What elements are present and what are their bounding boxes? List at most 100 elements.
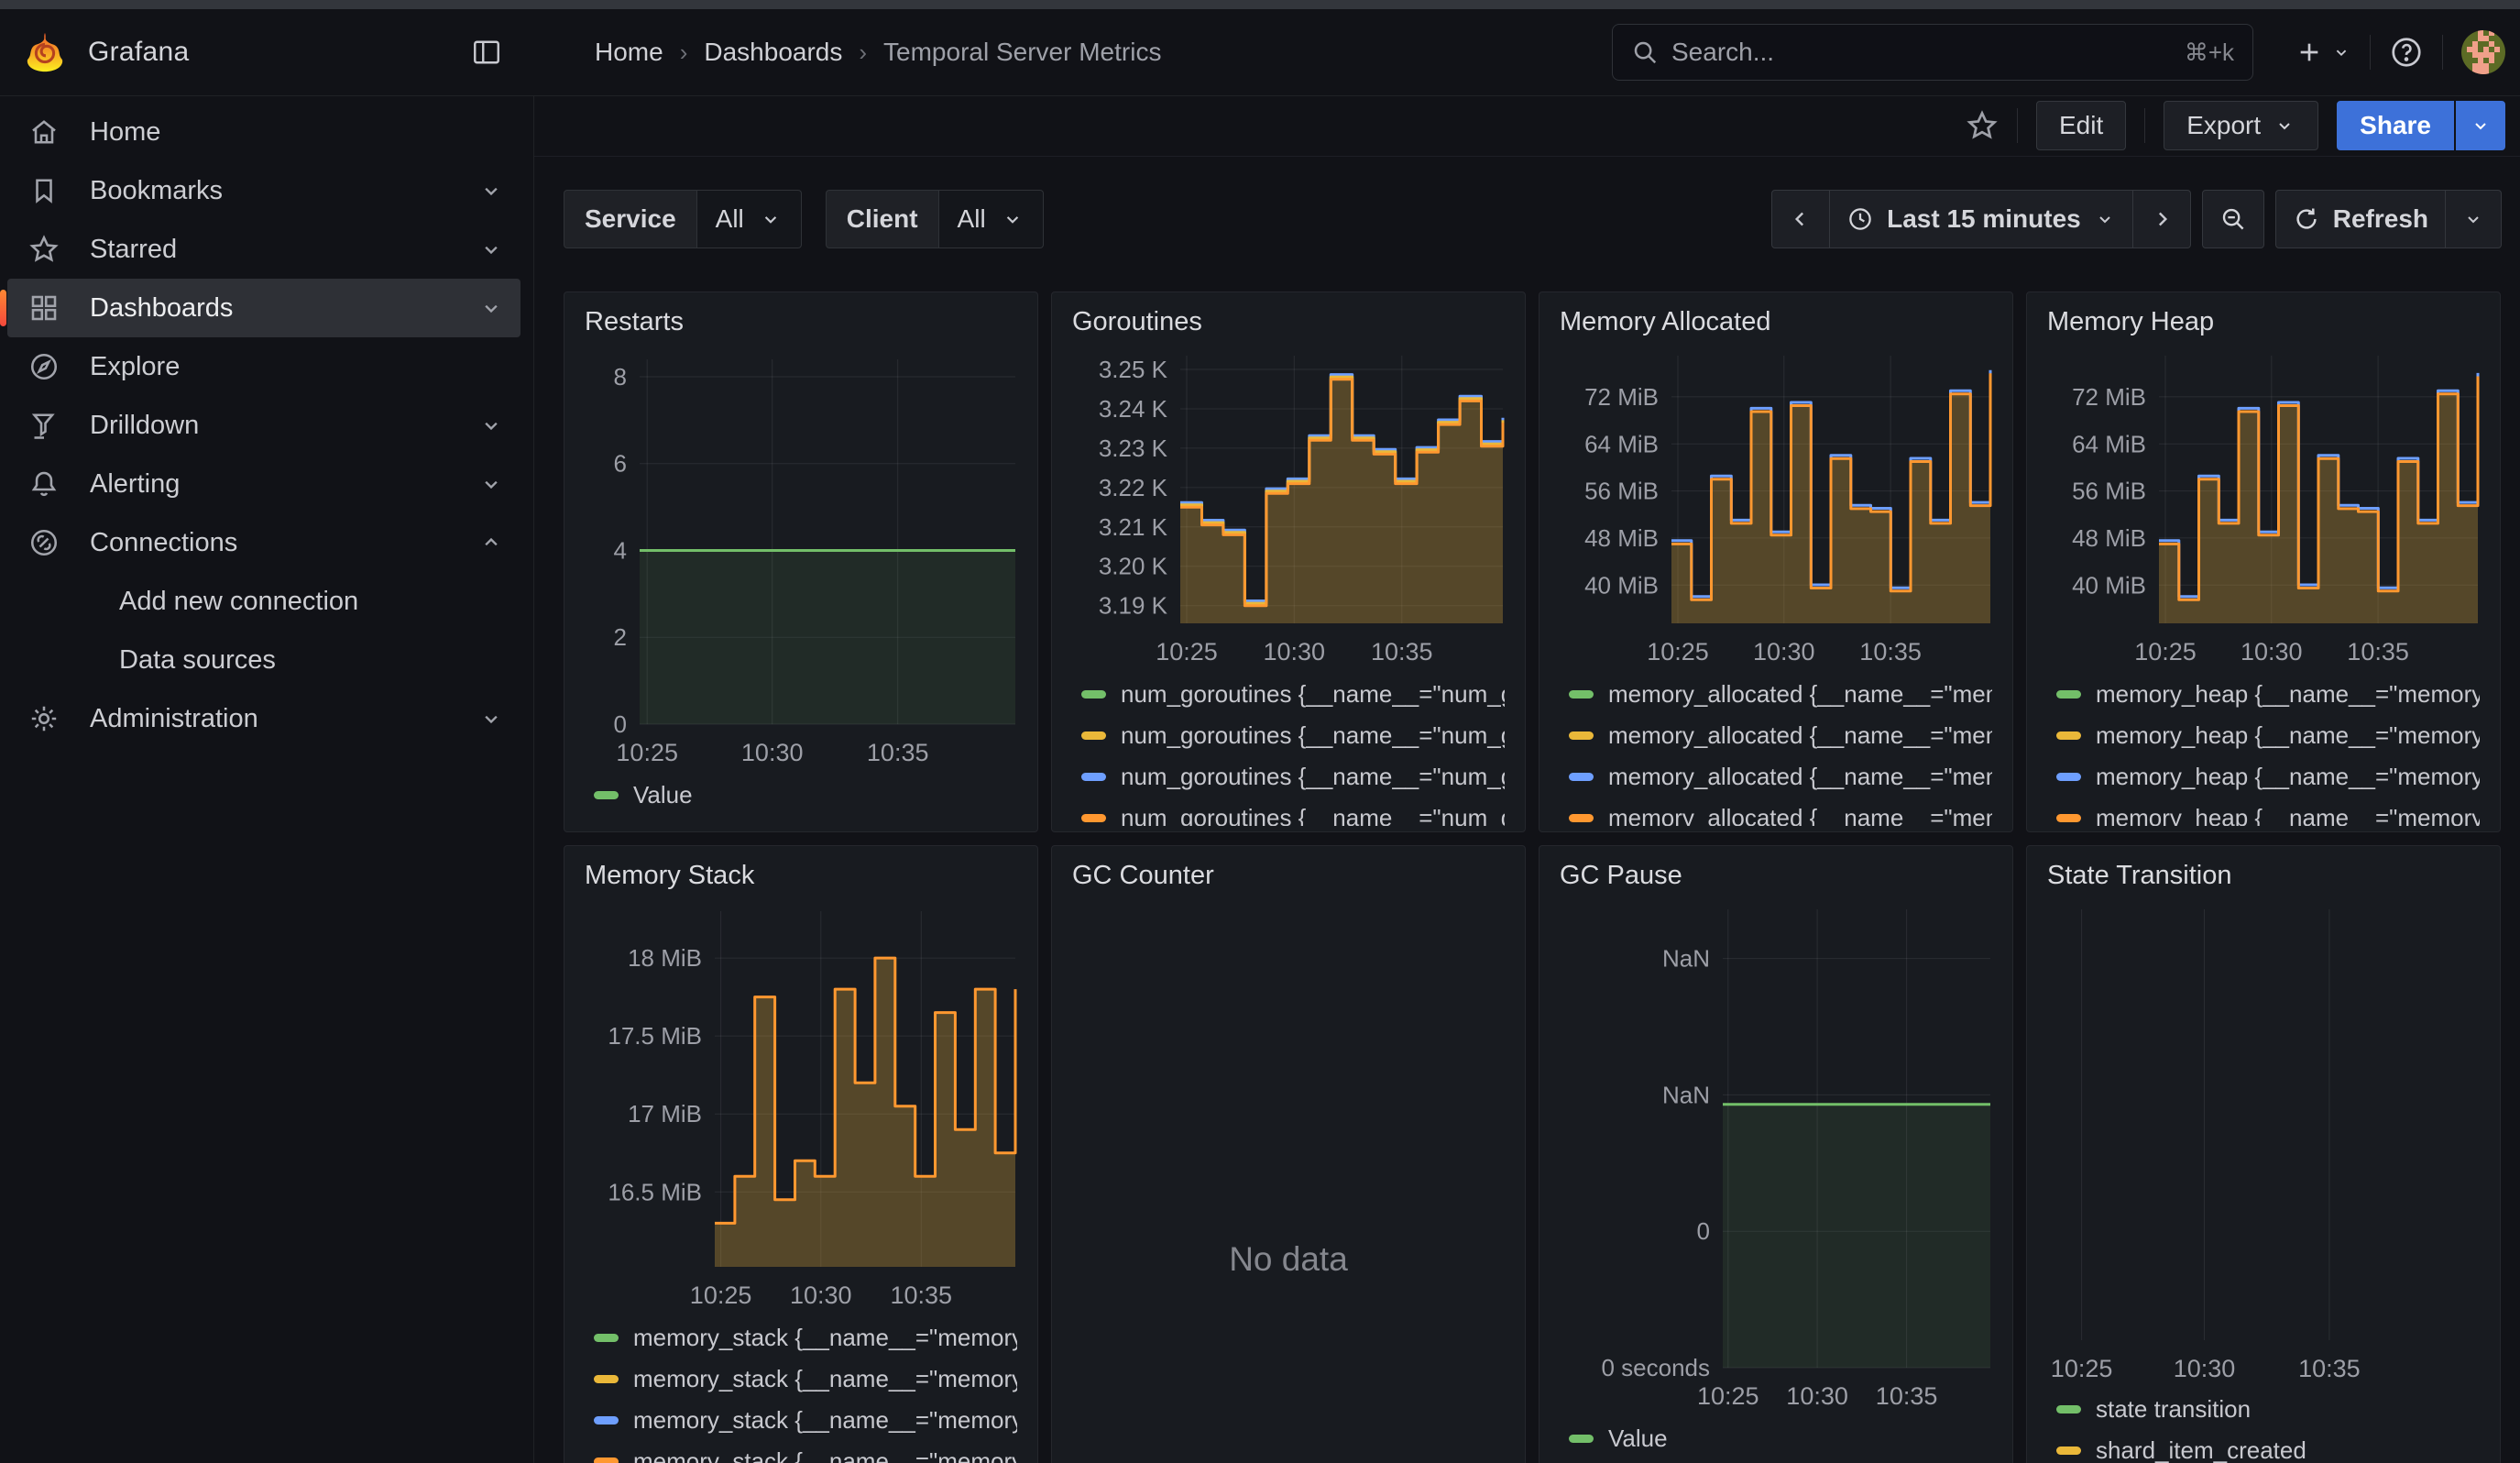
panel-title-gc-counter[interactable]: GC Counter [1072, 861, 1505, 891]
sidebar-item-label: Administration [90, 704, 478, 734]
panel-title-restarts[interactable]: Restarts [585, 307, 1017, 337]
time-shift-back-button[interactable] [1771, 190, 1830, 248]
legend-swatch-icon [594, 1334, 619, 1342]
chevron-right-icon [2150, 207, 2174, 231]
sidebar-item-drilldown[interactable]: Drilldown [7, 396, 520, 455]
add-new-button[interactable] [2295, 38, 2351, 67]
time-range-picker[interactable]: Last 15 minutes [1830, 190, 2133, 248]
bell-icon [27, 468, 60, 500]
client-filter-select[interactable]: All [939, 190, 1044, 248]
legend-label: Value [1608, 1424, 1668, 1453]
legend-item[interactable]: memory_allocated {__name__="memo [1569, 756, 1992, 798]
help-button[interactable] [2389, 35, 2424, 70]
sidebar-item-label: Explore [90, 352, 520, 382]
legend-item[interactable]: memory_allocated {__name__="memo [1569, 715, 1992, 756]
refresh-label: Refresh [2333, 204, 2428, 234]
svg-text:10:30: 10:30 [2174, 1355, 2236, 1382]
edit-button[interactable]: Edit [2036, 101, 2126, 150]
legend-item[interactable]: Value [1569, 1418, 1992, 1459]
legend-item[interactable]: shard_item_created [2056, 1430, 2480, 1463]
dock-menu-toggle-icon[interactable] [470, 36, 503, 69]
sidebar-item-bookmarks[interactable]: Bookmarks [7, 161, 520, 220]
chart-restarts[interactable]: 0246810:2510:3010:35 [585, 346, 1019, 770]
star-dashboard-icon[interactable] [1966, 109, 1999, 142]
svg-text:40 MiB: 40 MiB [1584, 571, 1659, 599]
chart-goroutines[interactable]: 3.19 K3.20 K3.21 K3.22 K3.23 K3.24 K3.25… [1072, 346, 1507, 669]
user-avatar[interactable] [2461, 30, 2505, 74]
svg-text:3.25 K: 3.25 K [1099, 356, 1168, 383]
legend-item[interactable]: memory_heap {__name__="memory_h [2056, 715, 2480, 756]
chart-gc-pause[interactable]: 0 seconds0NaNNaN10:2510:3010:35 [1560, 900, 1994, 1414]
legend-label: memory_stack {__name__="memory_s [633, 1365, 1017, 1393]
svg-text:10:30: 10:30 [1786, 1382, 1848, 1410]
panel-title-goroutines[interactable]: Goroutines [1072, 307, 1505, 337]
panel-title-state-transition[interactable]: State Transition [2047, 861, 2480, 891]
breadcrumb-home[interactable]: Home [595, 38, 663, 67]
legend-item[interactable]: memory_heap {__name__="memory_h [2056, 756, 2480, 798]
sidebar-item-connections[interactable]: Connections [7, 513, 520, 572]
legend-swatch-icon [1081, 814, 1106, 822]
time-range-group: Last 15 minutes [1771, 190, 2191, 248]
zoom-out-time-button[interactable] [2202, 190, 2264, 248]
help-icon [2389, 35, 2424, 70]
legend-item[interactable]: memory_heap {__name__="memory_h [2056, 798, 2480, 826]
no-data-message: No data [1052, 1240, 1525, 1279]
legend-label: memory_allocated {__name__="memo [1608, 763, 1992, 791]
svg-text:40 MiB: 40 MiB [2072, 571, 2146, 599]
legend-item[interactable]: state transition [2056, 1389, 2480, 1430]
legend-item[interactable]: memory_stack {__name__="memory_s [594, 1317, 1017, 1358]
sidebar-item-home[interactable]: Home [7, 103, 520, 161]
sidebar-item-data-sources[interactable]: Data sources [7, 631, 520, 689]
legend-label: memory_stack {__name__="memory_s [633, 1324, 1017, 1352]
legend-item[interactable]: memory_heap {__name__="memory_h [2056, 674, 2480, 715]
client-filter-label: Client [826, 190, 939, 248]
plus-icon [2295, 38, 2324, 67]
panel-title-gc-pause[interactable]: GC Pause [1560, 861, 1992, 891]
sidebar-item-explore[interactable]: Explore [7, 337, 520, 396]
svg-text:3.20 K: 3.20 K [1099, 553, 1168, 580]
search-icon [1631, 38, 1659, 66]
time-shift-forward-button[interactable] [2133, 190, 2191, 248]
sidebar-item-starred[interactable]: Starred [7, 220, 520, 279]
chart-state-transition[interactable]: 10:2510:3010:35 [2047, 900, 2482, 1384]
service-filter-select[interactable]: All [697, 190, 802, 248]
refresh-interval-dropdown[interactable] [2446, 190, 2502, 248]
legend-item[interactable]: memory_stack {__name__="memory_s [594, 1441, 1017, 1463]
connections-icon [27, 526, 60, 559]
dashboard-panel-grid: Restarts 0246810:2510:3010:35 Value Gorouti… [564, 292, 2501, 1463]
legend-label: num_goroutines {__name__="num_go [1121, 804, 1505, 826]
legend-label: memory_allocated {__name__="memo [1608, 721, 1992, 750]
export-label: Export [2186, 111, 2261, 140]
chart-memory-heap[interactable]: 40 MiB48 MiB56 MiB64 MiB72 MiB10:2510:30… [2047, 346, 2482, 669]
sidebar-item-add-new-connection[interactable]: Add new connection [7, 572, 520, 631]
chart-memory-stack[interactable]: 16.5 MiB17 MiB17.5 MiB18 MiB10:2510:3010… [585, 900, 1019, 1313]
svg-text:10:35: 10:35 [1876, 1382, 1938, 1410]
legend-item[interactable]: memory_stack {__name__="memory_s [594, 1400, 1017, 1441]
legend-item[interactable]: memory_allocated {__name__="memo [1569, 674, 1992, 715]
legend-item[interactable]: memory_stack {__name__="memory_s [594, 1358, 1017, 1400]
panel-title-memory-stack[interactable]: Memory Stack [585, 861, 1017, 891]
refresh-button[interactable]: Refresh [2275, 190, 2446, 248]
legend-item[interactable]: num_goroutines {__name__="num_go [1081, 715, 1505, 756]
sidebar-item-dashboards[interactable]: Dashboards [7, 279, 520, 337]
export-button[interactable]: Export [2164, 101, 2318, 150]
sidebar-item-administration[interactable]: Administration [7, 689, 520, 748]
legend-item[interactable]: num_goroutines {__name__="num_go [1081, 756, 1505, 798]
sidebar-item-alerting[interactable]: Alerting [7, 455, 520, 513]
search-input[interactable]: Search... ⌘+k [1612, 24, 2253, 81]
svg-text:NaN: NaN [1662, 1081, 1710, 1108]
legend-item[interactable]: num_goroutines {__name__="num_go [1081, 798, 1505, 826]
share-button[interactable]: Share [2337, 101, 2454, 150]
chart-memory-allocated[interactable]: 40 MiB48 MiB56 MiB64 MiB72 MiB10:2510:30… [1560, 346, 1994, 669]
breadcrumb-dashboards[interactable]: Dashboards [704, 38, 842, 67]
legend-swatch-icon [1569, 773, 1594, 781]
panel-title-memory-heap[interactable]: Memory Heap [2047, 307, 2480, 337]
legend-item[interactable]: Value [594, 775, 1017, 816]
legend-item[interactable]: num_goroutines {__name__="num_go [1081, 674, 1505, 715]
panel-title-memory-allocated[interactable]: Memory Allocated [1560, 307, 1992, 337]
sidebar-item-label: Add new connection [119, 587, 520, 617]
panel-memory-heap: Memory Heap 40 MiB48 MiB56 MiB64 MiB72 Mi… [2026, 292, 2501, 832]
legend-item[interactable]: memory_allocated {__name__="memo [1569, 798, 1992, 826]
sidebar-item-label: Alerting [90, 469, 478, 500]
share-dropdown-button[interactable] [2456, 101, 2505, 150]
